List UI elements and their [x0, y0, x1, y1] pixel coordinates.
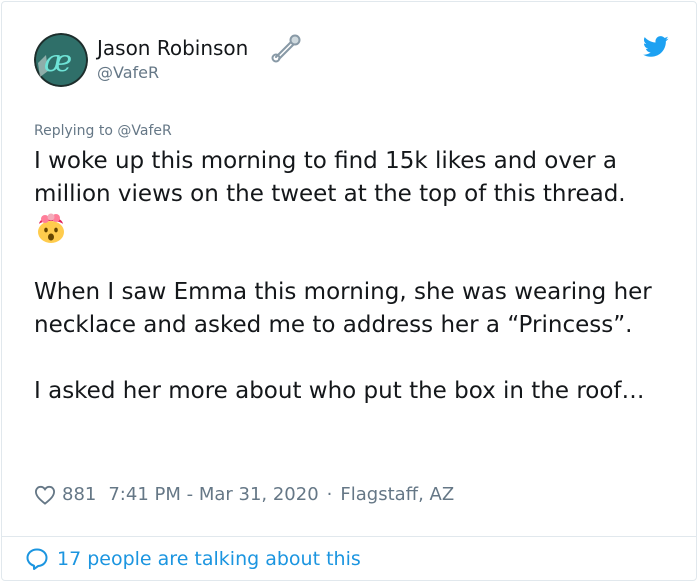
author-handle[interactable]: @VafeR — [97, 63, 159, 82]
talking-about-link[interactable]: 17 people are talking about this — [25, 547, 361, 571]
author-avatar[interactable]: æ — [34, 33, 88, 87]
tweet-paragraph: When I saw Emma this morning, she was we… — [34, 279, 652, 338]
safety-pin-icon — [271, 34, 301, 63]
like-count[interactable]: 881 — [62, 484, 96, 505]
tweet-text: I woke up this morning to find 15k likes… — [34, 145, 674, 408]
svg-text:æ: æ — [44, 44, 72, 79]
divider — [2, 536, 696, 537]
author-name[interactable]: Jason Robinson — [97, 36, 248, 60]
avatar-ae-logo-icon: æ — [34, 33, 88, 87]
speech-bubble-icon — [26, 548, 48, 570]
tweet-paragraph: I asked her more about who put the box i… — [34, 378, 645, 404]
replying-to[interactable]: Replying to @VafeR — [34, 123, 172, 139]
twitter-bird-icon[interactable] — [643, 35, 669, 59]
tweet-card: æ Jason Robinson @VafeR Replying to @Vaf… — [1, 1, 697, 581]
tweet-paragraph: I woke up this morning to find 15k likes… — [34, 148, 626, 207]
exploding-head-emoji-icon — [38, 213, 64, 243]
tweet-timestamp[interactable]: 7:41 PM - Mar 31, 2020 — [108, 484, 318, 505]
heart-icon[interactable] — [34, 485, 56, 505]
tweet-meta: 881 7:41 PM - Mar 31, 2020 · Flagstaff, … — [34, 484, 454, 505]
talking-about-text[interactable]: 17 people are talking about this — [57, 548, 361, 570]
tweet-location[interactable]: Flagstaff, AZ — [340, 484, 454, 505]
meta-separator: · — [326, 484, 333, 505]
